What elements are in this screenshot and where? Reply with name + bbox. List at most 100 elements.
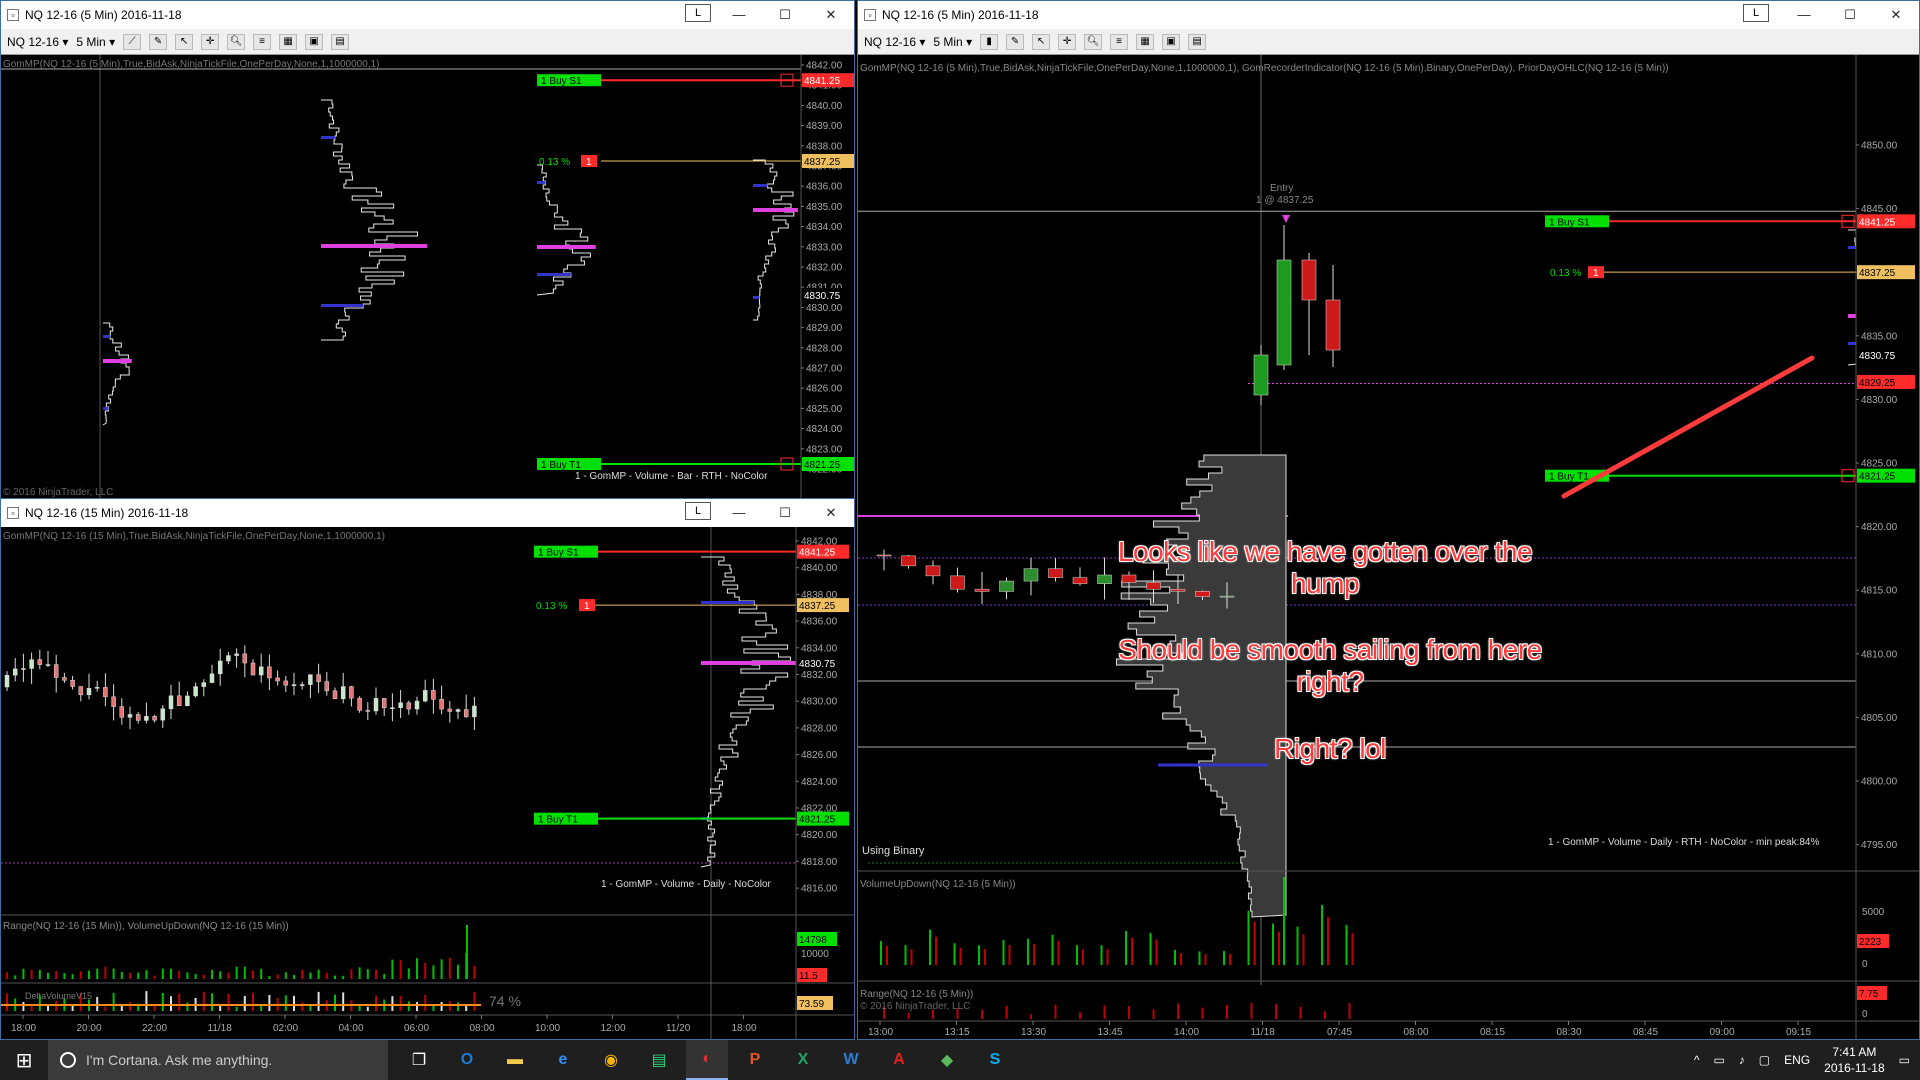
value-area-low bbox=[321, 304, 364, 307]
chart-window-r[interactable]: ▫ NQ 12-16 (5 Min) 2016-11-18 L — ☐ ✕ NQ… bbox=[857, 0, 1920, 1040]
price-tick-label: 4795.00 bbox=[1861, 840, 1898, 851]
time-label: 22:00 bbox=[142, 1023, 167, 1034]
zoom-icon[interactable]: 🔍︎ bbox=[227, 33, 246, 50]
price-panel[interactable]: 1 Buy S1 1 Buy T1 0.13 % 1 4842.00 4840.00 483… bbox=[1, 527, 854, 1039]
zoom-icon[interactable]: 🔍︎ bbox=[1084, 33, 1103, 50]
candle-body bbox=[275, 677, 280, 682]
link-button[interactable]: L bbox=[1743, 4, 1769, 22]
clock[interactable]: 7:41 AM 2016-11-18 bbox=[1824, 1044, 1885, 1076]
interval-dropdown[interactable]: 5 Min ▾ bbox=[76, 35, 115, 49]
volume-tick-zero: 0 bbox=[1862, 959, 1868, 970]
sub2-header: DeltaVolumeV15 bbox=[25, 991, 93, 1001]
close-icon[interactable]: ✕ bbox=[1873, 1, 1919, 29]
maximize-icon[interactable]: ☐ bbox=[762, 1, 808, 29]
pencil-icon[interactable]: ✎ bbox=[1006, 33, 1025, 50]
tray-expand-icon[interactable]: ^ bbox=[1694, 1053, 1700, 1067]
title-bar[interactable]: ▫ NQ 12-16 (5 Min) 2016-11-18 L — ☐ ✕ bbox=[1, 1, 854, 29]
candle-body bbox=[316, 674, 321, 682]
pointer-icon[interactable]: ↖ bbox=[175, 33, 194, 50]
minimize-icon[interactable]: — bbox=[716, 1, 762, 29]
position-pct: 0.13 % bbox=[539, 157, 570, 168]
acrobat-icon[interactable]: A bbox=[878, 1040, 920, 1080]
crosshair-icon[interactable]: ✛ bbox=[1058, 33, 1077, 50]
crosshair-icon[interactable]: ✛ bbox=[201, 33, 220, 50]
candle-body bbox=[152, 716, 157, 721]
candle-body bbox=[381, 698, 387, 709]
properties-icon[interactable]: ≡ bbox=[253, 33, 272, 50]
windows-start-icon[interactable]: ⊞ bbox=[0, 1040, 48, 1080]
ninjatrader-icon[interactable]: ◐ bbox=[686, 1040, 728, 1080]
excel-icon[interactable]: X bbox=[782, 1040, 824, 1080]
title-bar[interactable]: ▫ NQ 12-16 (5 Min) 2016-11-18 L — ☐ ✕ bbox=[858, 1, 1919, 29]
interval-dropdown[interactable]: 5 Min ▾ bbox=[933, 35, 972, 49]
data-box-icon[interactable]: ▦ bbox=[1136, 33, 1155, 50]
tws-icon[interactable]: ▤ bbox=[638, 1040, 680, 1080]
notification-bubble-icon[interactable]: ▢ bbox=[1759, 1053, 1770, 1067]
link-button[interactable]: L bbox=[685, 502, 711, 520]
chart-window-bl[interactable]: ▫ NQ 12-16 (15 Min) 2016-11-18 L — ☐ ✕ 1… bbox=[0, 498, 855, 1040]
time-label: 18:00 bbox=[11, 1023, 36, 1034]
title-bar[interactable]: ▫ NQ 12-16 (15 Min) 2016-11-18 L — ☐ ✕ bbox=[1, 499, 854, 527]
skype-icon[interactable]: S bbox=[974, 1040, 1016, 1080]
word-icon[interactable]: W bbox=[830, 1040, 872, 1080]
notes-icon[interactable]: ▤ bbox=[331, 33, 350, 50]
outlook-icon[interactable]: O bbox=[446, 1040, 488, 1080]
minimize-icon[interactable]: — bbox=[1781, 1, 1827, 29]
language-indicator[interactable]: ENG bbox=[1784, 1053, 1810, 1067]
notes-icon[interactable]: ▤ bbox=[1188, 33, 1207, 50]
volume-icon[interactable]: ♪ bbox=[1739, 1053, 1745, 1067]
chrome-icon[interactable]: ◉ bbox=[590, 1040, 632, 1080]
candle-body bbox=[103, 687, 108, 698]
candlestick-icon[interactable]: ▮ bbox=[980, 33, 999, 50]
candle-body bbox=[422, 690, 428, 702]
data-box-icon[interactable]: ▦ bbox=[279, 33, 298, 50]
volume-tick: 5000 bbox=[1862, 907, 1885, 918]
file-explorer-icon[interactable]: ▬ bbox=[494, 1040, 536, 1080]
powerpoint-icon[interactable]: P bbox=[734, 1040, 776, 1080]
candle-body bbox=[127, 714, 133, 718]
price-panel[interactable]: 1 Buy S11 Buy T10.13 %14842.004841.00484… bbox=[1, 55, 854, 499]
entry-price-tag: 4837.25 bbox=[804, 157, 841, 168]
task-view-icon[interactable]: ❐ bbox=[398, 1040, 440, 1080]
pointer-icon[interactable]: ↖ bbox=[1032, 33, 1051, 50]
symbol-dropdown[interactable]: NQ 12-16 ▾ bbox=[7, 35, 68, 49]
position-qty: 1 bbox=[1593, 268, 1599, 279]
close-icon[interactable]: ✕ bbox=[808, 1, 854, 29]
image-icon[interactable]: ▣ bbox=[305, 33, 324, 50]
maximize-icon[interactable]: ☐ bbox=[762, 499, 808, 527]
close-icon[interactable]: ✕ bbox=[808, 499, 854, 527]
image-icon[interactable]: ▣ bbox=[1162, 33, 1181, 50]
annotation-line3: Right? lol bbox=[1274, 733, 1386, 764]
time-label: 06:00 bbox=[404, 1023, 429, 1034]
camtasia-icon[interactable]: ◆ bbox=[926, 1040, 968, 1080]
entry-arrow-icon bbox=[1282, 215, 1290, 223]
time-label: 09:15 bbox=[1786, 1027, 1811, 1038]
symbol-dropdown[interactable]: NQ 12-16 ▾ bbox=[864, 35, 925, 49]
price-tick-label: 4826.00 bbox=[806, 384, 843, 395]
pencil-icon[interactable]: ✎ bbox=[149, 33, 168, 50]
chart-window-tl[interactable]: ▫ NQ 12-16 (5 Min) 2016-11-18 L — ☐ ✕ NQ… bbox=[0, 0, 855, 500]
time-label: 08:00 bbox=[470, 1023, 495, 1034]
stop-price-tag: 4841.25 bbox=[1859, 217, 1896, 228]
time-label: 08:30 bbox=[1557, 1027, 1582, 1038]
entry-label: Entry bbox=[1270, 183, 1294, 194]
indicator-header: GomMP(NQ 12-16 (5 Min),True,BidAsk,Ninja… bbox=[860, 63, 1669, 74]
maximize-icon[interactable]: ☐ bbox=[1827, 1, 1873, 29]
candle-body bbox=[340, 686, 346, 700]
time-label: 13:15 bbox=[945, 1027, 970, 1038]
taskbar: ⊞ I'm Cortana. Ask me anything. ❐ O ▬ e … bbox=[0, 1040, 1920, 1080]
line-chart-icon[interactable]: ⟋ bbox=[123, 33, 142, 50]
link-button[interactable]: L bbox=[685, 4, 711, 22]
price-tick-label: 4840.00 bbox=[801, 563, 838, 574]
value-area-low bbox=[103, 407, 109, 410]
price-tick-label: 4839.00 bbox=[806, 121, 843, 132]
minimize-icon[interactable]: — bbox=[716, 499, 762, 527]
candle-body bbox=[299, 684, 305, 686]
network-icon[interactable]: ▭ bbox=[1713, 1053, 1724, 1067]
cortana-search[interactable]: I'm Cortana. Ask me anything. bbox=[48, 1040, 388, 1080]
price-tick-label: 4825.00 bbox=[806, 404, 843, 415]
edge-icon[interactable]: e bbox=[542, 1040, 584, 1080]
price-tick-label: 4835.00 bbox=[806, 202, 843, 213]
properties-icon[interactable]: ≡ bbox=[1110, 33, 1129, 50]
action-center-icon[interactable]: ▭ bbox=[1899, 1053, 1910, 1067]
